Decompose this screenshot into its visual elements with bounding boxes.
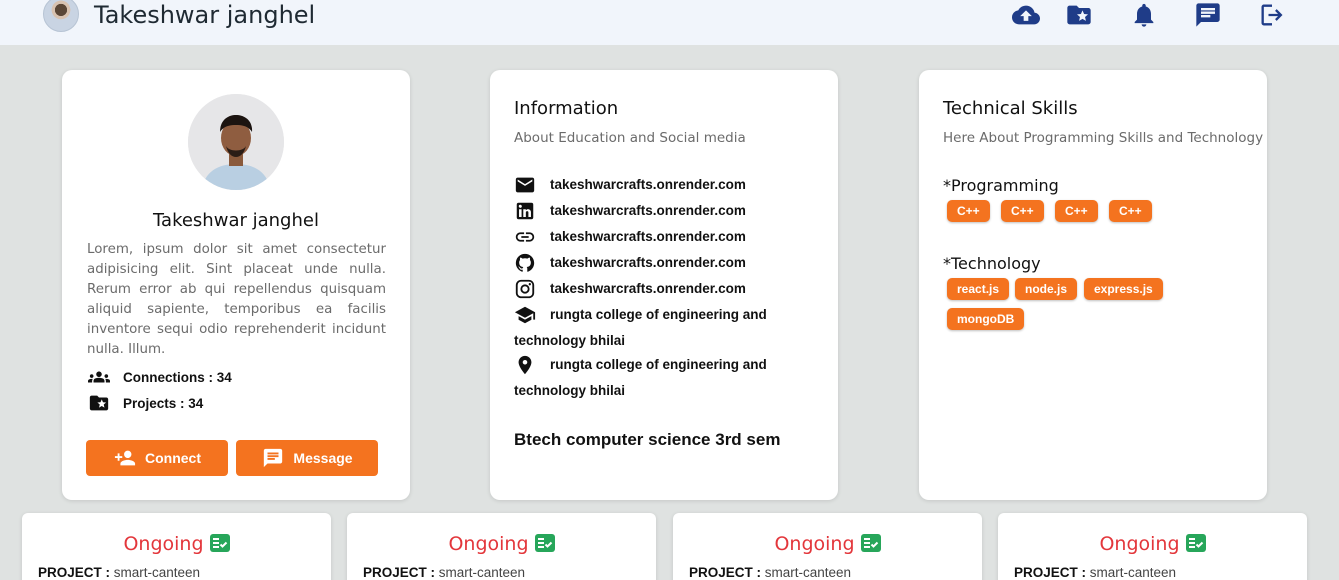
chat-icon[interactable]: [1193, 0, 1223, 30]
add-person-icon: [114, 450, 136, 466]
github-icon: [514, 252, 538, 274]
header-user-name: Takeshwar janghel: [94, 1, 316, 29]
project-label: PROJECT :: [38, 565, 111, 580]
technology-label: *Technology: [943, 254, 1041, 273]
connections-stat: Connections : 34: [87, 366, 232, 388]
profile-name: Takeshwar janghel: [153, 210, 319, 231]
projects-label: Projects : 34: [123, 395, 204, 411]
project-name: smart-canteen: [113, 565, 201, 580]
top-navbar: Takeshwar janghel: [0, 0, 1339, 45]
technology-tag: express.js: [1084, 278, 1163, 300]
college-row: rungta college of engineering and techno…: [514, 302, 814, 354]
instagram-link[interactable]: takeshwarcrafts.onrender.com: [550, 281, 746, 296]
project-card[interactable]: Ongoing PROJECT : smart-canteen: [22, 513, 331, 580]
bell-icon[interactable]: [1129, 0, 1159, 30]
technology-tag: node.js: [1015, 278, 1078, 300]
user-avatar[interactable]: [43, 0, 79, 32]
website-link[interactable]: takeshwarcrafts.onrender.com: [550, 229, 746, 244]
project-name: smart-canteen: [1089, 565, 1177, 580]
logout-icon[interactable]: [1257, 0, 1287, 30]
information-subtitle: About Education and Social media: [514, 130, 746, 146]
checklist-icon: [860, 534, 881, 552]
connect-label: Connect: [145, 450, 201, 466]
message-label: Message: [293, 450, 353, 466]
email-row[interactable]: takeshwarcrafts.onrender.com: [514, 172, 814, 198]
message-button[interactable]: Message: [236, 440, 378, 476]
website-row[interactable]: takeshwarcrafts.onrender.com: [514, 224, 814, 250]
technical-skills-card: Technical Skills Here About Programming …: [919, 70, 1267, 500]
mail-icon: [514, 174, 538, 196]
project-status: Ongoing: [1099, 533, 1180, 555]
technology-tag: react.js: [947, 278, 1010, 300]
connections-label: Connections : 34: [123, 369, 232, 385]
project-status: Ongoing: [123, 533, 204, 555]
skill-tag: C++: [1001, 200, 1044, 222]
instagram-row[interactable]: takeshwarcrafts.onrender.com: [514, 276, 814, 302]
linkedin-link[interactable]: takeshwarcrafts.onrender.com: [550, 203, 746, 218]
information-card: Information About Education and Social m…: [490, 70, 838, 500]
linkedin-icon: [514, 200, 538, 222]
skills-subtitle: Here About Programming Skills and Techno…: [943, 130, 1264, 146]
folder-star-icon[interactable]: [1064, 0, 1094, 30]
message-icon: [264, 448, 283, 468]
project-name: smart-canteen: [764, 565, 852, 580]
skill-tag: C++: [1055, 200, 1098, 222]
checklist-icon: [1185, 534, 1206, 552]
project-status: Ongoing: [448, 533, 529, 555]
skill-tag: C++: [1109, 200, 1152, 222]
information-title: Information: [514, 98, 619, 119]
programming-label: *Programming: [943, 176, 1059, 195]
checklist-icon: [534, 534, 555, 552]
project-card[interactable]: Ongoing PROJECT : smart-canteen: [347, 513, 656, 580]
folder-star-icon: [89, 395, 109, 411]
profile-bio: Lorem, ipsum dolor sit amet consectetur …: [87, 242, 386, 357]
location-pin-icon: [514, 354, 538, 376]
upload-cloud-icon[interactable]: [1011, 0, 1041, 30]
email-link[interactable]: takeshwarcrafts.onrender.com: [550, 177, 746, 192]
skill-tag: C++: [947, 200, 990, 222]
project-card[interactable]: Ongoing PROJECT : smart-canteen: [998, 513, 1307, 580]
project-label: PROJECT :: [689, 565, 762, 580]
college-text: rungta college of engineering and techno…: [514, 307, 767, 348]
project-status: Ongoing: [774, 533, 855, 555]
linkedin-row[interactable]: takeshwarcrafts.onrender.com: [514, 198, 814, 224]
location-text: rungta college of engineering and techno…: [514, 357, 767, 398]
project-label: PROJECT :: [363, 565, 436, 580]
graduation-cap-icon: [514, 304, 538, 326]
link-icon: [514, 226, 538, 248]
projects-stat: Projects : 34: [87, 392, 203, 414]
profile-photo: [188, 94, 284, 190]
group-icon: [88, 371, 110, 383]
github-row[interactable]: takeshwarcrafts.onrender.com: [514, 250, 814, 276]
location-row: rungta college of engineering and techno…: [514, 352, 814, 404]
profile-card: Takeshwar janghel Lorem, ipsum dolor sit…: [62, 70, 410, 500]
technology-tag: mongoDB: [947, 308, 1025, 330]
connect-button[interactable]: Connect: [86, 440, 228, 476]
project-card[interactable]: Ongoing PROJECT : smart-canteen: [673, 513, 982, 580]
github-link[interactable]: takeshwarcrafts.onrender.com: [550, 255, 746, 270]
instagram-icon: [514, 278, 538, 300]
project-label: PROJECT :: [1014, 565, 1087, 580]
project-name: smart-canteen: [438, 565, 526, 580]
checklist-icon: [209, 534, 230, 552]
degree-text: Btech computer science 3rd sem: [514, 430, 781, 449]
skills-title: Technical Skills: [943, 98, 1078, 119]
